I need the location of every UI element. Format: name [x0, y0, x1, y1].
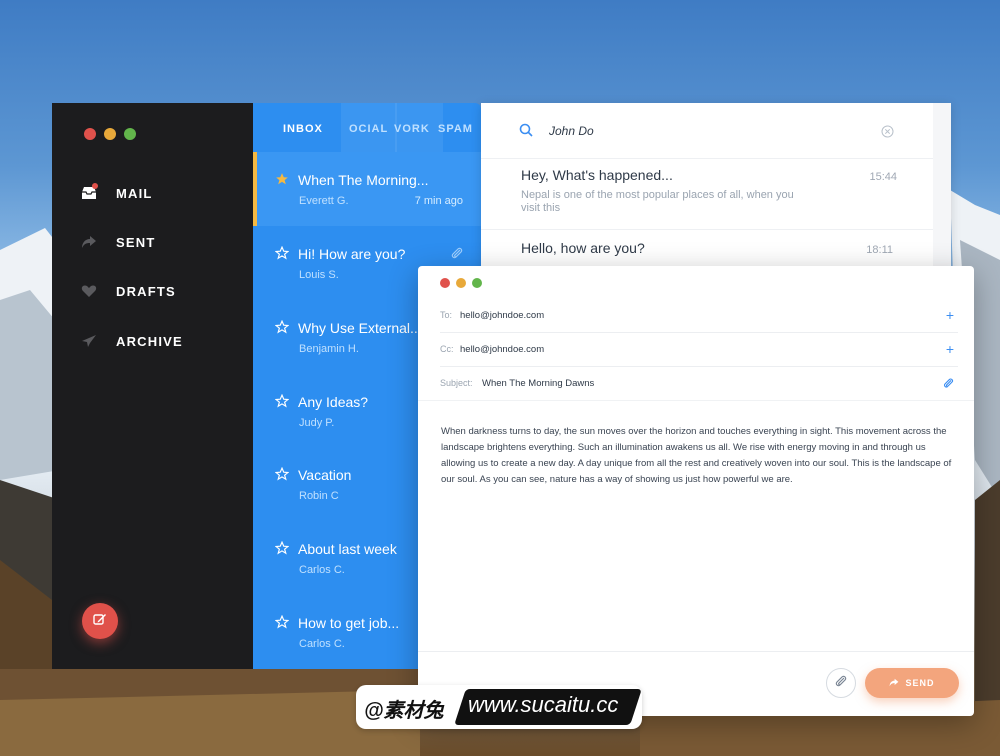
email-sender: Benjamin H. — [299, 343, 359, 355]
tab-spam[interactable]: SPAM — [438, 123, 473, 135]
reply-arrow-icon — [889, 678, 899, 689]
message-title: Hello, how are you? — [521, 240, 645, 256]
nav-mail[interactable]: MAIL — [80, 180, 153, 206]
compose-button[interactable] — [82, 603, 118, 639]
notification-dot — [92, 183, 98, 189]
star-icon[interactable] — [274, 466, 291, 483]
message-preview: Nepal is one of the most popular places … — [521, 189, 794, 214]
nav-drafts[interactable]: DRAFTS — [80, 278, 176, 304]
email-sender: Everett G. — [299, 195, 349, 207]
star-icon[interactable] — [274, 319, 291, 336]
share-icon — [80, 233, 98, 251]
cc-label: Cc: — [440, 344, 454, 354]
email-sender: Robin C — [299, 490, 339, 502]
email-sender: Carlos C. — [299, 564, 345, 576]
email-subject: About last week — [298, 541, 397, 557]
subject-value: When The Morning Dawns — [482, 377, 595, 389]
compose-window: To: hello@johndoe.com + Cc: hello@johndo… — [418, 266, 974, 716]
email-sender: Louis S. — [299, 269, 339, 281]
maximize-window-button[interactable] — [124, 128, 136, 140]
email-subject: Hi! How are you? — [298, 246, 406, 262]
nav-sent[interactable]: SENT — [80, 229, 155, 255]
send-label: SEND — [905, 678, 935, 688]
nav-sent-label: SENT — [116, 234, 156, 250]
minimize-window-button[interactable] — [456, 278, 466, 288]
nav-mail-label: MAIL — [116, 185, 153, 201]
attachment-icon[interactable] — [943, 376, 954, 392]
edit-icon — [93, 612, 107, 631]
email-row[interactable]: When The Morning... Everett G. 7 min ago — [253, 152, 481, 226]
heart-icon — [80, 282, 98, 300]
subject-field[interactable]: Subject: When The Morning Dawns — [440, 366, 958, 400]
message-time: 15:44 — [869, 171, 897, 183]
close-window-button[interactable] — [440, 278, 450, 288]
message-item[interactable]: Hello, how are you? — [521, 240, 645, 256]
tab-inbox[interactable]: INBOX — [283, 123, 323, 135]
add-cc-icon[interactable]: + — [946, 341, 954, 357]
scrollbar[interactable] — [933, 103, 951, 273]
cc-value: hello@johndoe.com — [460, 343, 545, 355]
tab-social[interactable]: OCIAL — [349, 123, 388, 135]
star-icon[interactable] — [274, 245, 291, 262]
message-time: 18:11 — [866, 244, 893, 256]
attachment-icon — [451, 246, 463, 265]
email-subject: Vacation — [298, 467, 352, 483]
sidebar: MAIL SENT DRAFTS ARCHIVE — [52, 103, 253, 669]
email-sender: Judy P. — [299, 417, 335, 429]
to-label: To: — [440, 310, 453, 320]
star-icon[interactable] — [274, 393, 291, 410]
search-bar — [481, 103, 933, 159]
email-subject: Any Ideas? — [298, 394, 369, 410]
email-subject: How to get job... — [298, 615, 400, 631]
email-sender: Carlos C. — [299, 638, 345, 650]
nav-drafts-label: DRAFTS — [116, 283, 176, 299]
star-icon[interactable] — [274, 614, 291, 631]
divider — [481, 229, 933, 230]
email-subject: When The Morning... — [298, 172, 429, 188]
message-item[interactable]: Hey, What's happened... Nepal is one of … — [521, 167, 801, 215]
attach-button[interactable] — [826, 668, 856, 698]
paperclip-icon — [835, 674, 847, 693]
to-field[interactable]: To: hello@johndoe.com + — [440, 298, 958, 333]
star-filled-icon[interactable] — [275, 172, 291, 188]
subject-label: Subject: — [440, 378, 473, 388]
email-subject: Why Use External... — [298, 320, 422, 336]
nav-archive[interactable]: ARCHIVE — [80, 328, 183, 354]
watermark: @素材兔 www.sucaitu.cc — [356, 685, 642, 729]
message-title: Hey, What's happened... — [521, 167, 673, 183]
clear-search-icon[interactable] — [881, 125, 894, 143]
watermark-url: www.sucaitu.cc — [468, 692, 619, 717]
close-window-button[interactable] — [84, 128, 96, 140]
tab-work[interactable]: VORK — [394, 123, 430, 135]
cc-field[interactable]: Cc: hello@johndoe.com + — [440, 332, 958, 367]
message-body-text: When darkness turns to day, the sun move… — [441, 426, 952, 485]
inbox-icon — [80, 183, 98, 202]
star-icon[interactable] — [274, 540, 291, 557]
category-tabs: INBOX OCIAL VORK SPAM — [253, 103, 481, 155]
message-body[interactable]: When darkness turns to day, the sun move… — [418, 402, 974, 652]
paper-plane-icon — [80, 332, 98, 350]
message-reader: Hey, What's happened... Nepal is one of … — [481, 103, 951, 273]
add-recipient-icon[interactable]: + — [946, 307, 954, 323]
minimize-window-button[interactable] — [104, 128, 116, 140]
send-button[interactable]: SEND — [865, 668, 959, 698]
maximize-window-button[interactable] — [472, 278, 482, 288]
to-value: hello@johndoe.com — [460, 309, 545, 321]
selected-indicator — [253, 152, 257, 226]
email-time: 7 min ago — [414, 195, 463, 207]
nav-archive-label: ARCHIVE — [116, 333, 183, 349]
watermark-brand: @素材兔 — [364, 700, 444, 722]
search-icon — [519, 123, 533, 142]
search-input[interactable] — [547, 120, 851, 142]
divider — [418, 400, 974, 401]
